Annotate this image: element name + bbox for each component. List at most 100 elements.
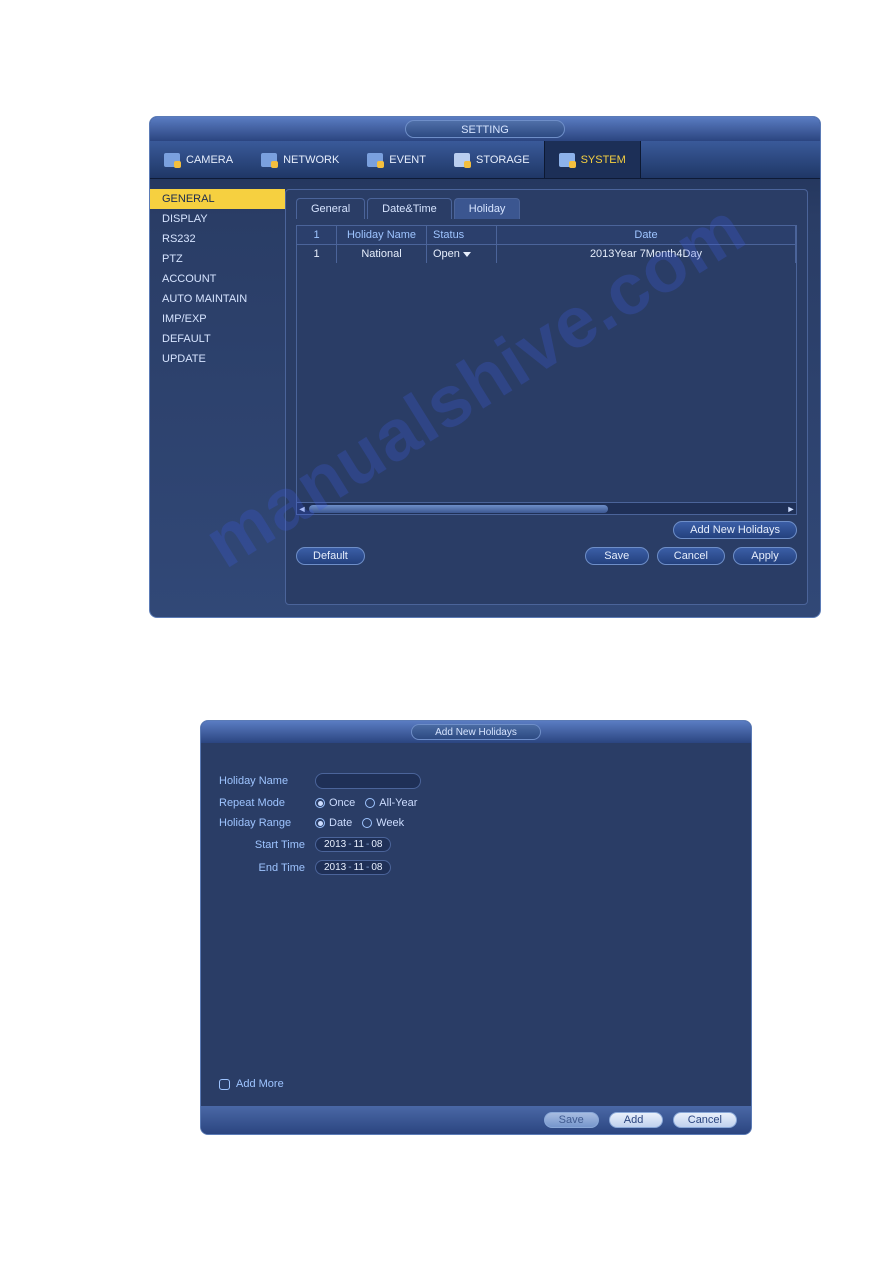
window-title: SETTING: [405, 120, 565, 138]
sidebar-item-update[interactable]: UPDATE: [150, 349, 285, 369]
radio-once[interactable]: Once: [315, 797, 355, 809]
cell-status[interactable]: Open: [427, 245, 497, 263]
sidebar-item-default[interactable]: DEFAULT: [150, 329, 285, 349]
start-month: 11: [354, 839, 364, 850]
start-time-input[interactable]: 2013- 11- 08: [315, 837, 391, 852]
tab-general[interactable]: General: [296, 198, 365, 219]
label-repeat-mode: Repeat Mode: [219, 797, 305, 809]
dialog-footer: Save Add Cancel: [201, 1106, 751, 1134]
tab-datetime[interactable]: Date&Time: [367, 198, 452, 219]
setting-window: SETTING CAMERA NETWORK EVENT STORAGE SYS…: [149, 116, 821, 618]
sidebar-item-imp-exp[interactable]: IMP/EXP: [150, 309, 285, 329]
system-icon: [559, 153, 575, 167]
top-nav: CAMERA NETWORK EVENT STORAGE SYSTEM: [150, 141, 820, 179]
camera-icon: [164, 153, 180, 167]
apply-button[interactable]: Apply: [733, 547, 797, 565]
radio-all-year[interactable]: All-Year: [365, 797, 417, 809]
topnav-event[interactable]: EVENT: [353, 141, 440, 178]
sidebar-item-display[interactable]: DISPLAY: [150, 209, 285, 229]
topnav-label: NETWORK: [283, 154, 339, 166]
topnav-label: EVENT: [389, 154, 426, 166]
row-start-time: Start Time 2013- 11- 08: [219, 837, 733, 852]
default-button[interactable]: Default: [296, 547, 365, 565]
cell-index: 1: [297, 245, 337, 263]
radio-icon: [315, 818, 325, 828]
topnav-network[interactable]: NETWORK: [247, 141, 353, 178]
end-day: 08: [371, 862, 382, 873]
add-more-row[interactable]: Add More: [219, 1078, 733, 1096]
dialog-cancel-button[interactable]: Cancel: [673, 1112, 737, 1128]
topnav-label: SYSTEM: [581, 154, 626, 166]
cell-name: National: [337, 245, 427, 263]
end-time-input[interactable]: 2013- 11- 08: [315, 860, 391, 875]
scroll-left-icon[interactable]: ◄: [297, 504, 307, 514]
topnav-storage[interactable]: STORAGE: [440, 141, 544, 178]
col-name: Holiday Name: [337, 226, 427, 244]
cancel-button[interactable]: Cancel: [657, 547, 725, 565]
start-year: 2013: [324, 839, 346, 850]
label-start-time: Start Time: [219, 839, 305, 851]
row-holiday-name: Holiday Name: [219, 773, 733, 789]
topnav-system[interactable]: SYSTEM: [544, 141, 641, 178]
sidebar-item-general[interactable]: GENERAL: [150, 189, 285, 209]
radio-icon: [365, 798, 375, 808]
panel-body: GENERAL DISPLAY RS232 PTZ ACCOUNT AUTO M…: [150, 179, 820, 617]
chevron-down-icon: [463, 252, 471, 257]
content-area: General Date&Time Holiday 1 Holiday Name…: [285, 189, 808, 605]
add-more-label: Add More: [236, 1078, 284, 1090]
sidebar-item-auto-maintain[interactable]: AUTO MAINTAIN: [150, 289, 285, 309]
checkbox-icon[interactable]: [219, 1079, 230, 1090]
status-dropdown[interactable]: Open: [433, 248, 471, 260]
radio-label: Date: [329, 817, 352, 829]
table-row[interactable]: 1 National Open 2013Year 7Month4Day: [297, 245, 796, 263]
sidebar-item-ptz[interactable]: PTZ: [150, 249, 285, 269]
dialog-add-button[interactable]: Add: [609, 1112, 663, 1128]
save-button[interactable]: Save: [585, 547, 649, 565]
network-icon: [261, 153, 277, 167]
subtabs: General Date&Time Holiday: [296, 198, 797, 219]
row-end-time: End Time 2013- 11- 08: [219, 860, 733, 875]
cell-date: 2013Year 7Month4Day: [497, 245, 796, 263]
start-day: 08: [371, 839, 382, 850]
end-month: 11: [354, 862, 364, 873]
sidebar: GENERAL DISPLAY RS232 PTZ ACCOUNT AUTO M…: [150, 179, 285, 617]
horizontal-scrollbar[interactable]: ◄ ►: [297, 502, 796, 514]
sidebar-item-account[interactable]: ACCOUNT: [150, 269, 285, 289]
storage-icon: [454, 153, 470, 167]
scroll-right-icon[interactable]: ►: [786, 504, 796, 514]
radio-icon: [362, 818, 372, 828]
label-holiday-name: Holiday Name: [219, 775, 305, 787]
tab-holiday[interactable]: Holiday: [454, 198, 521, 219]
col-status: Status: [427, 226, 497, 244]
radio-date[interactable]: Date: [315, 817, 352, 829]
dialog-title-bar: Add New Holidays: [201, 721, 751, 743]
radio-icon: [315, 798, 325, 808]
title-bar: SETTING: [150, 117, 820, 141]
col-index: 1: [297, 226, 337, 244]
bottom-buttons: Default Save Cancel Apply: [296, 547, 797, 565]
table-header: 1 Holiday Name Status Date: [297, 226, 796, 245]
topnav-camera[interactable]: CAMERA: [150, 141, 247, 178]
add-new-holidays-dialog: Add New Holidays Holiday Name Repeat Mod…: [200, 720, 752, 1135]
holiday-name-input[interactable]: [315, 773, 421, 789]
sidebar-item-rs232[interactable]: RS232: [150, 229, 285, 249]
label-holiday-range: Holiday Range: [219, 817, 305, 829]
scroll-thumb[interactable]: [309, 505, 608, 513]
label-end-time: End Time: [219, 862, 305, 874]
radio-label: Once: [329, 797, 355, 809]
row-holiday-range: Holiday Range Date Week: [219, 817, 733, 829]
topnav-label: CAMERA: [186, 154, 233, 166]
radio-week[interactable]: Week: [362, 817, 404, 829]
topnav-label: STORAGE: [476, 154, 530, 166]
radio-label: All-Year: [379, 797, 417, 809]
dialog-title: Add New Holidays: [411, 724, 541, 740]
row-repeat-mode: Repeat Mode Once All-Year: [219, 797, 733, 809]
dialog-body: Holiday Name Repeat Mode Once All-Year H…: [201, 743, 751, 1106]
add-new-holidays-button[interactable]: Add New Holidays: [673, 521, 797, 539]
radio-label: Week: [376, 817, 404, 829]
end-year: 2013: [324, 862, 346, 873]
status-value: Open: [433, 248, 460, 260]
add-new-row: Add New Holidays: [296, 521, 797, 539]
holiday-table: 1 Holiday Name Status Date 1 National Op…: [296, 225, 797, 515]
dialog-save-button[interactable]: Save: [544, 1112, 599, 1128]
